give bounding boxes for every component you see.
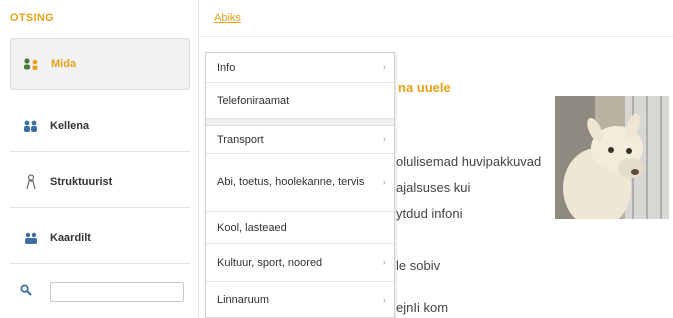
content-text-line: le sobiv bbox=[396, 258, 441, 273]
sidebar-item-label: Struktuurist bbox=[50, 175, 113, 188]
map-icon bbox=[20, 230, 42, 246]
menu-item-telefoniraamat[interactable]: Telefoniraamat bbox=[206, 83, 394, 119]
search-icon[interactable] bbox=[20, 283, 32, 301]
sidebar: OTSING Mida Kellena Struktuurist Kaardil… bbox=[0, 0, 198, 318]
menu-item-label: Kultuur, sport, noored bbox=[217, 256, 323, 269]
sidebar-item-mida[interactable]: Mida bbox=[10, 38, 190, 90]
dropdown-menu: Info › Telefoniraamat Transport › Abi, t… bbox=[205, 52, 395, 318]
menu-item-abi-toetus[interactable]: Abi, toetus, hoolekanne, tervis › bbox=[206, 154, 394, 212]
sidebar-divider bbox=[198, 0, 199, 318]
menu-item-kultuur[interactable]: Kultuur, sport, noored › bbox=[206, 244, 394, 282]
menu-item-transport[interactable]: Transport › bbox=[206, 126, 394, 154]
sidebar-item-kaardilt[interactable]: Kaardilt bbox=[10, 212, 190, 264]
search-row bbox=[20, 280, 184, 304]
content-text-line: ajalsuses kui bbox=[396, 180, 471, 195]
menu-item-label: Kool, lasteaed bbox=[217, 221, 287, 234]
content-text-line: ejnIi kom bbox=[396, 300, 449, 315]
content-heading: na uuele bbox=[398, 80, 451, 95]
breadcrumb-link[interactable]: Abiks bbox=[214, 12, 241, 24]
menu-item-info[interactable]: Info › bbox=[206, 53, 394, 83]
group-icon bbox=[20, 118, 42, 134]
people-icon bbox=[21, 56, 43, 72]
menu-item-label: Telefoniraamat bbox=[217, 94, 290, 107]
sidebar-title: OTSING bbox=[10, 12, 54, 24]
chevron-right-icon: › bbox=[382, 257, 386, 268]
content-text-line: ytdud infoni bbox=[396, 206, 463, 221]
chevron-right-icon: › bbox=[382, 134, 386, 145]
sidebar-item-label: Kaardilt bbox=[50, 231, 91, 244]
sidebar-item-kellena[interactable]: Kellena bbox=[10, 100, 190, 152]
search-input[interactable] bbox=[50, 282, 184, 302]
header-divider bbox=[199, 36, 673, 37]
chevron-right-icon: › bbox=[382, 294, 386, 306]
sidebar-item-label: Kellena bbox=[50, 119, 90, 132]
menu-item-linnaruum[interactable]: Linnaruum › bbox=[206, 282, 394, 318]
chevron-right-icon: › bbox=[382, 62, 386, 73]
content-text-line: olulisemad huvipakkuvad bbox=[396, 154, 542, 169]
menu-item-label: Abi, toetus, hoolekanne, tervis bbox=[217, 176, 365, 188]
menu-item-label: Linnaruum bbox=[217, 294, 269, 306]
menu-separator bbox=[206, 119, 394, 126]
menu-item-kool[interactable]: Kool, lasteaed bbox=[206, 212, 394, 244]
chevron-right-icon: › bbox=[382, 177, 386, 188]
llama-photo bbox=[555, 96, 669, 219]
menu-item-label: Info bbox=[217, 61, 236, 74]
sidebar-item-struktuurist[interactable]: Struktuurist bbox=[10, 156, 190, 208]
menu-item-label: Transport bbox=[217, 133, 264, 146]
sidebar-item-label: Mida bbox=[51, 58, 77, 70]
person-icon bbox=[20, 173, 42, 190]
